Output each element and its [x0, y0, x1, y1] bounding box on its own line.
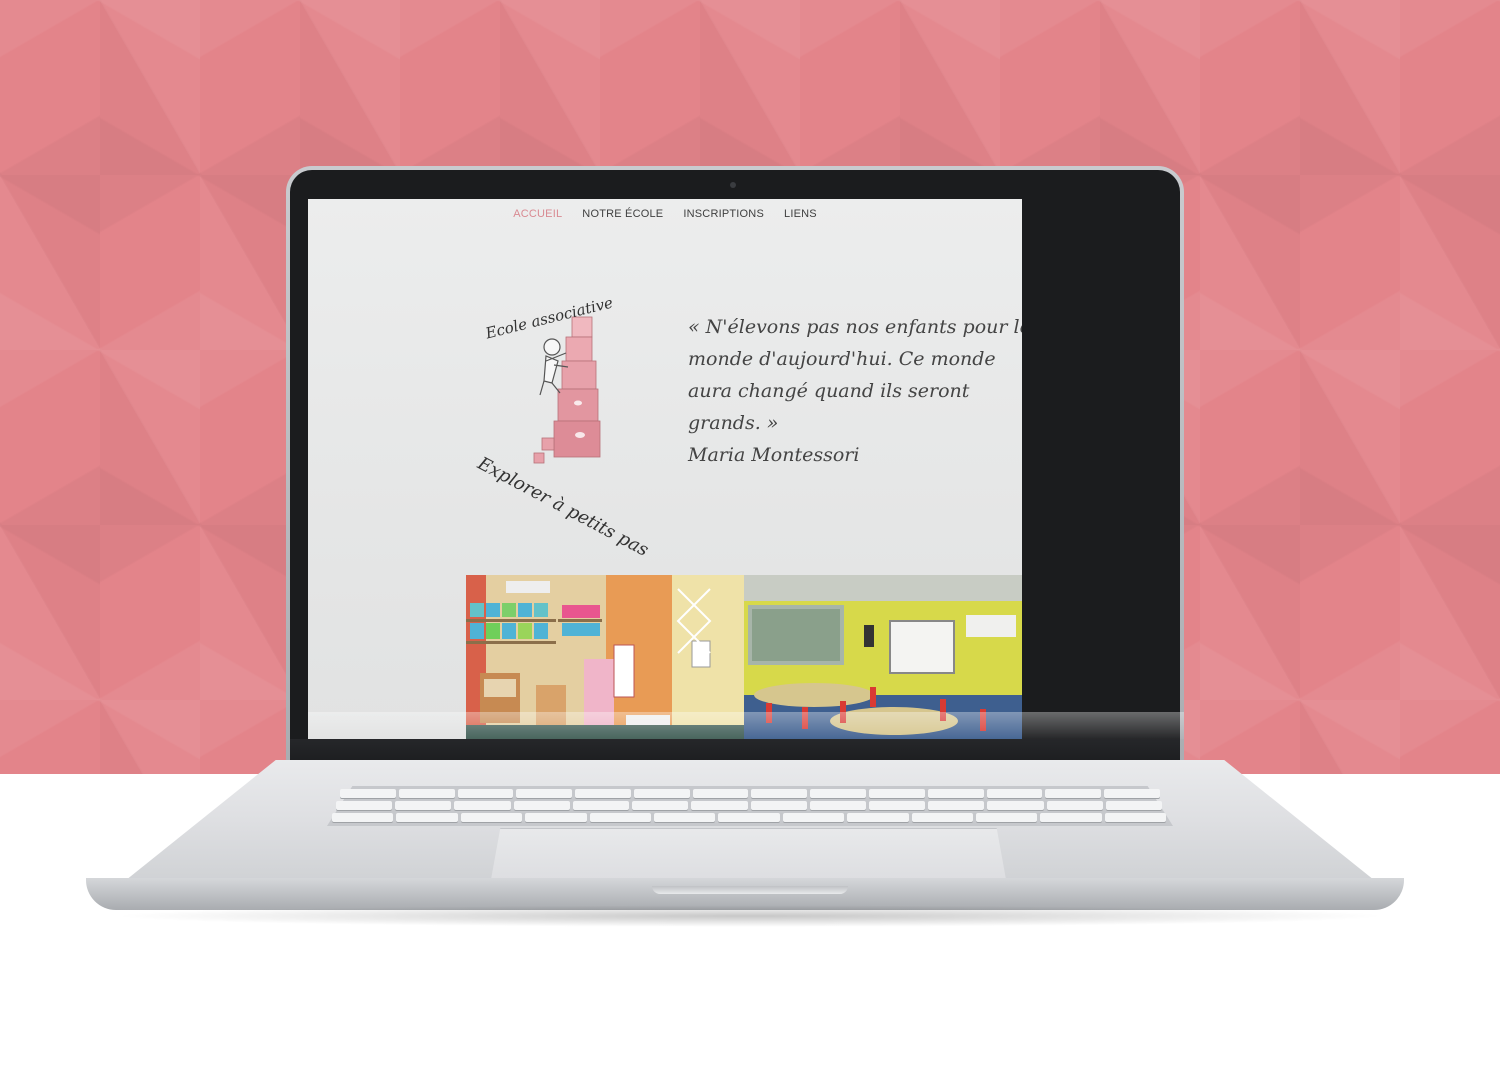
classroom-photo-right[interactable]: [744, 575, 1022, 739]
quote-line: « N'élevons pas nos enfants pour le: [688, 316, 1022, 338]
camera-icon: [730, 182, 736, 188]
quote-line: monde d'aujourd'hui. Ce monde: [688, 348, 996, 370]
school-logo[interactable]: Ecole associative Explorer à petits pas: [474, 293, 660, 560]
nav-item-inscriptions[interactable]: INSCRIPTIONS: [683, 208, 764, 220]
laptop-shadow: [110, 905, 1390, 927]
laptop-screen: ACCUEIL NOTRE ÉCOLE INSCRIPTIONS LIENS E: [308, 199, 1022, 739]
key-row: [336, 801, 1163, 810]
quote-line: grands. »: [688, 412, 779, 434]
classroom-gallery: [466, 575, 1022, 739]
classroom-photo-left[interactable]: [466, 575, 744, 739]
nav-item-liens[interactable]: LIENS: [784, 208, 817, 220]
site-nav: ACCUEIL NOTRE ÉCOLE INSCRIPTIONS LIENS: [308, 208, 1022, 220]
lid-notch: [652, 886, 848, 894]
quote-author: Maria Montessori: [688, 444, 860, 466]
key-row: [340, 789, 1160, 798]
montessori-quote: « N'élevons pas nos enfants pour le mond…: [688, 311, 1022, 471]
key-row: [332, 813, 1167, 822]
trackpad: [490, 828, 1007, 885]
nav-item-accueil[interactable]: ACCUEIL: [513, 208, 562, 220]
quote-line: aura changé quand ils seront: [688, 380, 970, 402]
nav-item-notre-ecole[interactable]: NOTRE ÉCOLE: [582, 208, 663, 220]
